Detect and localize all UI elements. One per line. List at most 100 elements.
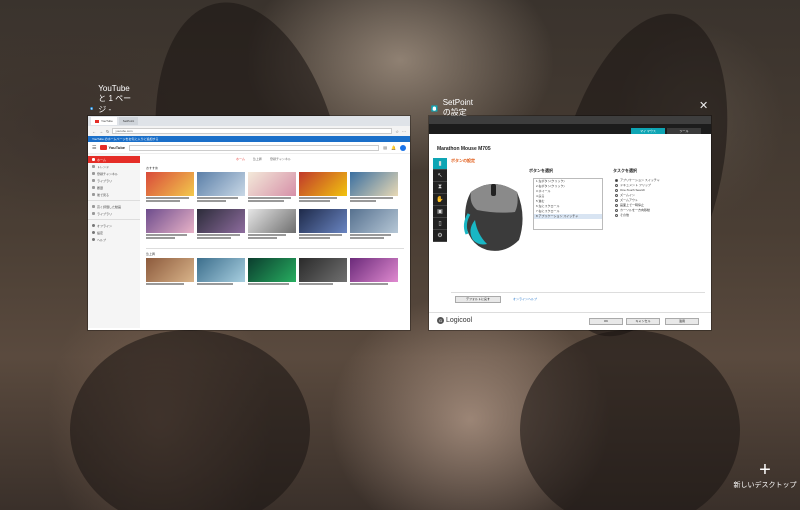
online-help-link[interactable]: オンラインヘルプ: [513, 297, 537, 301]
edge-tab-label: YouTube: [101, 119, 113, 123]
upload-icon[interactable]: ▤: [383, 145, 387, 150]
video-caption: [146, 197, 194, 205]
sidebar-item-home[interactable]: ホーム: [88, 156, 140, 163]
video-card[interactable]: [350, 258, 398, 291]
video-card[interactable]: [146, 258, 194, 291]
plus-icon: +: [759, 459, 771, 481]
section-title: ボタンの設定: [451, 158, 475, 163]
video-thumbnail[interactable]: [146, 209, 194, 233]
close-icon[interactable]: ✕: [699, 101, 708, 112]
edge-window-frame[interactable]: YouTube SetPoint ← → ↻ youtube.com ☆ ⋯ Y…: [88, 116, 410, 330]
setpoint-window-frame[interactable]: マイ マウス ツール Marathon Mouse M705 ▮ ↖ ⧗ ✋ ▣…: [429, 116, 711, 330]
youtube-main: ホーム 急上昇 登録チャンネル おすすめ 急上昇: [140, 154, 410, 328]
sidebar-item-channel[interactable]: ヘルプ: [88, 236, 140, 243]
tab-trending[interactable]: 急上昇: [253, 157, 262, 163]
list-item[interactable]: 8 アプリケーション スイッチャ: [534, 214, 602, 219]
sidebar-item-trending[interactable]: トレンド: [88, 163, 140, 170]
scroll-icon[interactable]: ⧗: [433, 182, 447, 194]
restore-defaults-button[interactable]: デフォルトに戻す: [455, 296, 501, 303]
more-icon[interactable]: ⋯: [402, 129, 406, 134]
address-bar[interactable]: youtube.com: [112, 128, 393, 134]
cancel-button[interactable]: キャンセル: [626, 318, 660, 325]
video-card[interactable]: [248, 209, 296, 242]
favorites-star-icon[interactable]: ☆: [395, 129, 399, 134]
notification-icon[interactable]: 🔔: [391, 145, 396, 150]
video-thumbnail[interactable]: [299, 172, 347, 196]
sidebar-item-library[interactable]: ライブラリ: [88, 177, 140, 184]
back-icon[interactable]: ←: [92, 129, 96, 134]
library-icon: [92, 179, 95, 182]
video-caption: [350, 197, 398, 205]
tab-tools[interactable]: ツール: [667, 128, 701, 134]
battery-icon[interactable]: ▯: [433, 218, 447, 230]
setpoint-app-icon: [431, 104, 438, 112]
sidebar-item-label: 後で見る: [97, 192, 110, 197]
sidebar-item-label: オフライン: [97, 223, 113, 228]
forward-icon[interactable]: →: [99, 129, 103, 134]
video-card[interactable]: [299, 258, 347, 291]
youtube-logo[interactable]: YouTube: [100, 145, 125, 150]
video-card[interactable]: [299, 172, 347, 205]
tab-my-mouse[interactable]: マイ マウス: [631, 128, 665, 134]
video-thumbnail[interactable]: [248, 209, 296, 233]
apply-button[interactable]: 適用: [665, 318, 699, 325]
pointer-icon[interactable]: ↖: [433, 170, 447, 182]
tab-subscriptions[interactable]: 登録チャンネル: [270, 157, 291, 163]
ok-button[interactable]: OK: [589, 318, 623, 325]
logicool-logo: G Logicool: [437, 317, 472, 324]
settings-icon[interactable]: ⚙: [433, 230, 447, 242]
video-card[interactable]: [197, 209, 245, 242]
sidebar-item-channel[interactable]: オフライン: [88, 222, 140, 229]
youtube-header: ☰ YouTube ▤ 🔔: [88, 142, 410, 154]
sidebar-item-liked[interactable]: 高く評価した動画: [88, 203, 140, 210]
sidebar-item-history[interactable]: 履歴: [88, 184, 140, 191]
menu-icon[interactable]: ☰: [92, 145, 96, 151]
video-card[interactable]: [350, 209, 398, 242]
video-thumbnail[interactable]: [248, 172, 296, 196]
sidebar-item-watch-later[interactable]: 後で見る: [88, 191, 140, 198]
video-thumbnail[interactable]: [197, 258, 245, 282]
avatar[interactable]: [400, 144, 406, 151]
video-card[interactable]: [197, 172, 245, 205]
video-card[interactable]: [248, 258, 296, 291]
sidebar-item-channel[interactable]: 設定: [88, 229, 140, 236]
video-thumbnail[interactable]: [350, 209, 398, 233]
section-title: おすすめ: [146, 166, 159, 170]
edge-tab-setpoint[interactable]: SetPoint: [118, 117, 139, 125]
tab-home[interactable]: ホーム: [236, 157, 245, 163]
hand-icon[interactable]: ✋: [433, 194, 447, 206]
video-caption: [350, 234, 398, 242]
task-label-text: その他: [620, 213, 630, 217]
youtube-search-input[interactable]: [129, 144, 380, 151]
video-card[interactable]: [146, 209, 194, 242]
video-card[interactable]: [248, 172, 296, 205]
video-thumbnail[interactable]: [197, 209, 245, 233]
logicool-icon: G: [437, 317, 444, 324]
video-card[interactable]: [197, 258, 245, 291]
clock-icon: [92, 193, 95, 196]
video-thumbnail[interactable]: [350, 258, 398, 282]
video-card[interactable]: [299, 209, 347, 242]
video-card[interactable]: [146, 172, 194, 205]
video-thumbnail[interactable]: [248, 258, 296, 282]
radio-icon: [615, 204, 618, 207]
video-caption: [197, 283, 245, 291]
video-thumbnail[interactable]: [299, 258, 347, 282]
video-thumbnail[interactable]: [197, 172, 245, 196]
refresh-icon[interactable]: ↻: [106, 129, 109, 134]
edge-tab-youtube[interactable]: YouTube: [91, 117, 117, 125]
sidebar-item-playlist[interactable]: ライブラリ: [88, 210, 140, 217]
game-icon[interactable]: ▣: [433, 206, 447, 218]
video-card[interactable]: [350, 172, 398, 205]
sidebar-item-subscriptions[interactable]: 登録チャンネル: [88, 170, 140, 177]
mouse-buttons-icon[interactable]: ▮: [433, 158, 447, 170]
new-desktop-button[interactable]: + 新しいデスクトップ: [729, 459, 800, 490]
video-thumbnail[interactable]: [146, 172, 194, 196]
video-thumbnail[interactable]: [146, 258, 194, 282]
task-radio[interactable]: その他: [615, 213, 660, 218]
button-list[interactable]: 1 左ボタン(クリック) 2 右ボタン(クリック) 3 ホイール 4 戻る 5 …: [533, 178, 603, 230]
video-thumbnail[interactable]: [350, 172, 398, 196]
trending-icon: [92, 165, 95, 168]
video-thumbnail[interactable]: [299, 209, 347, 233]
section-title: 急上昇: [146, 252, 156, 256]
